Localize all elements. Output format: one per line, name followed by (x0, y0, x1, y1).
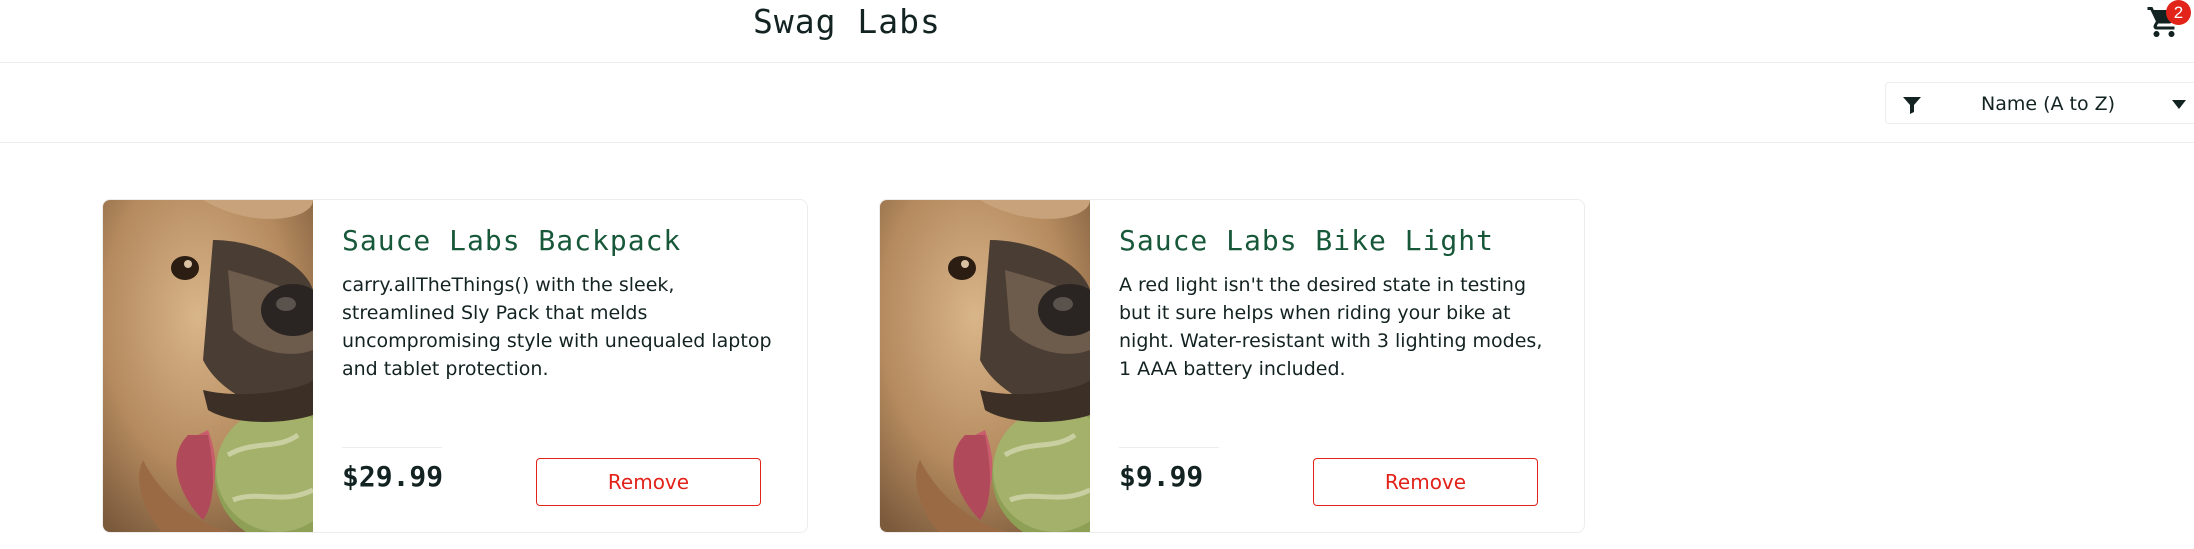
product-image[interactable] (880, 200, 1090, 532)
product-price: $9.99 (1119, 460, 1204, 493)
price-divider (342, 447, 442, 448)
remove-button[interactable]: Remove (536, 458, 761, 506)
product-price: $29.99 (342, 460, 444, 493)
product-image[interactable] (103, 200, 313, 532)
filter-icon (1903, 97, 1921, 114)
caret-down-icon (2172, 100, 2186, 109)
cart-badge: 2 (2166, 0, 2191, 25)
product-description: A red light isn't the desired state in t… (1119, 274, 1543, 380)
product-name-link[interactable]: Sauce Labs Bike Light (1119, 224, 1549, 257)
product-description: carry.allTheThings() with the sleek, str… (342, 274, 772, 380)
product-details: Sauce Labs Bike Light A red light isn't … (1119, 224, 1549, 383)
product-name-link[interactable]: Sauce Labs Backpack (342, 224, 772, 257)
sort-selected-value: Name (A to Z) (1981, 93, 2116, 115)
app-logo: Swag Labs (753, 2, 941, 41)
price-divider (1119, 447, 1219, 448)
primary-header: Swag Labs 2 (0, 0, 2194, 63)
sort-dropdown[interactable]: Name (A to Z) (1885, 82, 2194, 124)
remove-button[interactable]: Remove (1313, 458, 1538, 506)
secondary-header: Name (A to Z) (0, 63, 2194, 143)
product-details: Sauce Labs Backpack carry.allTheThings()… (342, 224, 772, 383)
inventory-item: Sauce Labs Bike Light A red light isn't … (879, 199, 1585, 533)
inventory-item: Sauce Labs Backpack carry.allTheThings()… (102, 199, 808, 533)
shopping-cart-link[interactable]: 2 (2146, 0, 2191, 44)
